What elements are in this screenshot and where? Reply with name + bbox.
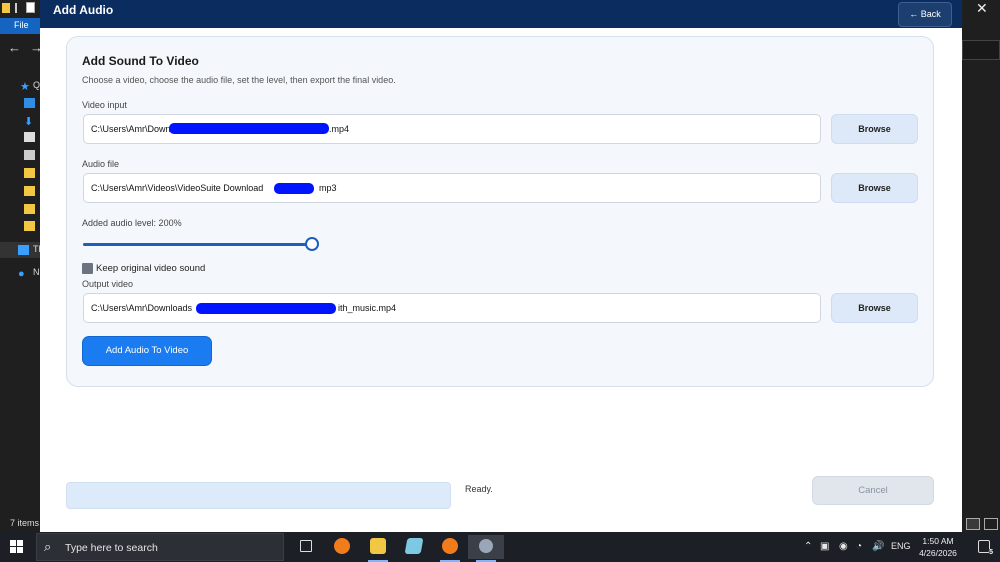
item-count: 7 items xyxy=(10,518,40,528)
keep-original-label[interactable]: Keep original video sound xyxy=(96,263,205,274)
panel-subtitle: Choose a video, choose the audio file, s… xyxy=(82,75,396,85)
clock-time: 1:50 AM xyxy=(922,536,954,546)
output-video-field[interactable]: C:\Users\Amr\Downloads ith_music.mp4 xyxy=(83,293,821,323)
keep-original-checkbox[interactable] xyxy=(82,263,93,274)
star-icon[interactable]: ★ xyxy=(20,80,31,93)
explorer-quick-access-toolbar xyxy=(0,0,40,18)
network-label[interactable]: N xyxy=(33,267,40,277)
details-view-icon[interactable] xyxy=(966,518,980,530)
documents-icon[interactable] xyxy=(24,132,35,142)
audio-file-path-start: C:\Users\Amr\Videos\VideoSuite Download xyxy=(91,183,264,193)
tiles-view-icon[interactable] xyxy=(984,518,998,530)
security-icon[interactable]: ▣ xyxy=(820,541,829,552)
file-tab[interactable]: File xyxy=(0,18,40,34)
volume-icon[interactable]: 🔊 xyxy=(872,541,884,552)
panel-title: Add Sound To Video xyxy=(82,54,199,68)
pictures-icon[interactable] xyxy=(24,150,35,160)
search-icon: ⌕ xyxy=(44,539,52,554)
output-video-label: Output video xyxy=(82,279,134,289)
folder-icon[interactable] xyxy=(24,186,35,196)
redaction-mark xyxy=(274,183,314,194)
network-icon[interactable]: ● xyxy=(18,268,29,280)
cancel-button[interactable]: Cancel xyxy=(812,476,934,505)
close-icon[interactable]: ✕ xyxy=(976,0,988,17)
quick-access-label[interactable]: Q xyxy=(33,80,40,90)
clock-date: 4/26/2026 xyxy=(919,548,957,558)
python-app-icon[interactable] xyxy=(468,535,504,562)
output-video-path-end: ith_music.mp4 xyxy=(338,303,397,313)
audio-file-field[interactable]: C:\Users\Amr\Videos\VideoSuite Download … xyxy=(83,173,821,203)
file-explorer-icon[interactable] xyxy=(360,535,396,562)
divider xyxy=(15,3,17,13)
video-input-path-end: .mp4 xyxy=(329,124,350,134)
progress-bar xyxy=(66,482,451,509)
app-orange-icon[interactable] xyxy=(324,535,360,559)
audio-browse-button[interactable]: Browse xyxy=(831,173,918,203)
network-icon[interactable]: ◔ xyxy=(856,541,862,552)
window-title: Add Audio xyxy=(53,3,114,17)
explorer-search-box[interactable] xyxy=(962,40,1000,60)
downloads-icon[interactable]: ⬇ xyxy=(24,115,35,128)
app-tray-icon[interactable]: ◉ xyxy=(839,541,848,552)
desktop-icon[interactable] xyxy=(24,98,35,108)
video-input-path-start: C:\Users\Amr\Downl xyxy=(91,124,173,134)
output-browse-button[interactable]: Browse xyxy=(831,293,918,323)
add-audio-window: Add Audio ← Back Add Sound To Video Choo… xyxy=(40,0,962,532)
folder-icon[interactable] xyxy=(24,168,35,178)
language-indicator[interactable]: ENG xyxy=(891,541,911,551)
background-explorer-window: File ← → ★ Q ⬇ Th ● N 7 items xyxy=(0,0,44,532)
this-pc-icon xyxy=(18,245,29,255)
redaction-mark xyxy=(169,123,329,134)
notification-count: 5 xyxy=(989,549,993,556)
back-arrow-icon[interactable]: ← xyxy=(8,40,21,55)
notepad-icon[interactable] xyxy=(396,535,432,559)
add-audio-to-video-button[interactable]: Add Audio To Video xyxy=(82,336,212,366)
status-text: Ready. xyxy=(465,484,493,494)
video-input-label: Video input xyxy=(82,100,127,110)
folder-icon[interactable] xyxy=(24,204,35,214)
title-bar: Add Audio ← Back xyxy=(40,0,962,28)
clock[interactable]: 1:50 AM 4/26/2026 xyxy=(916,535,960,559)
video-browse-button[interactable]: Browse xyxy=(831,114,918,144)
background-explorer-right-edge: ✕ xyxy=(962,0,1000,532)
add-sound-panel: Add Sound To Video Choose a video, choos… xyxy=(66,36,934,387)
folder-icon[interactable] xyxy=(24,221,35,231)
slider-thumb[interactable] xyxy=(305,237,319,251)
audio-file-path-end: mp3 xyxy=(319,183,337,193)
redaction-mark xyxy=(196,303,336,314)
audio-level-label: Added audio level: 200% xyxy=(82,218,182,228)
windows-start-icon[interactable] xyxy=(10,540,24,554)
video-input-field[interactable]: C:\Users\Amr\Downl .mp4 xyxy=(83,114,821,144)
folder-icon xyxy=(2,3,10,13)
taskbar-search-placeholder: Type here to search xyxy=(65,542,158,554)
back-button[interactable]: ← Back xyxy=(898,2,952,27)
notification-center-icon[interactable]: 5 xyxy=(978,540,993,556)
audio-level-slider[interactable] xyxy=(83,237,319,253)
taskbar-search-box[interactable]: ⌕ Type here to search xyxy=(36,533,284,561)
task-view-icon[interactable] xyxy=(288,535,324,559)
properties-icon[interactable] xyxy=(26,2,35,13)
chevron-up-icon[interactable]: ⌃ xyxy=(804,541,812,552)
output-video-path-start: C:\Users\Amr\Downloads xyxy=(91,303,193,313)
taskbar: ⌕ Type here to search ⌃ ▣ ◉ ◔ 🔊 ENG 1:50… xyxy=(0,532,1000,562)
slider-fill xyxy=(83,243,312,246)
app-orange-icon-2[interactable] xyxy=(432,535,468,562)
audio-file-label: Audio file xyxy=(82,159,120,169)
